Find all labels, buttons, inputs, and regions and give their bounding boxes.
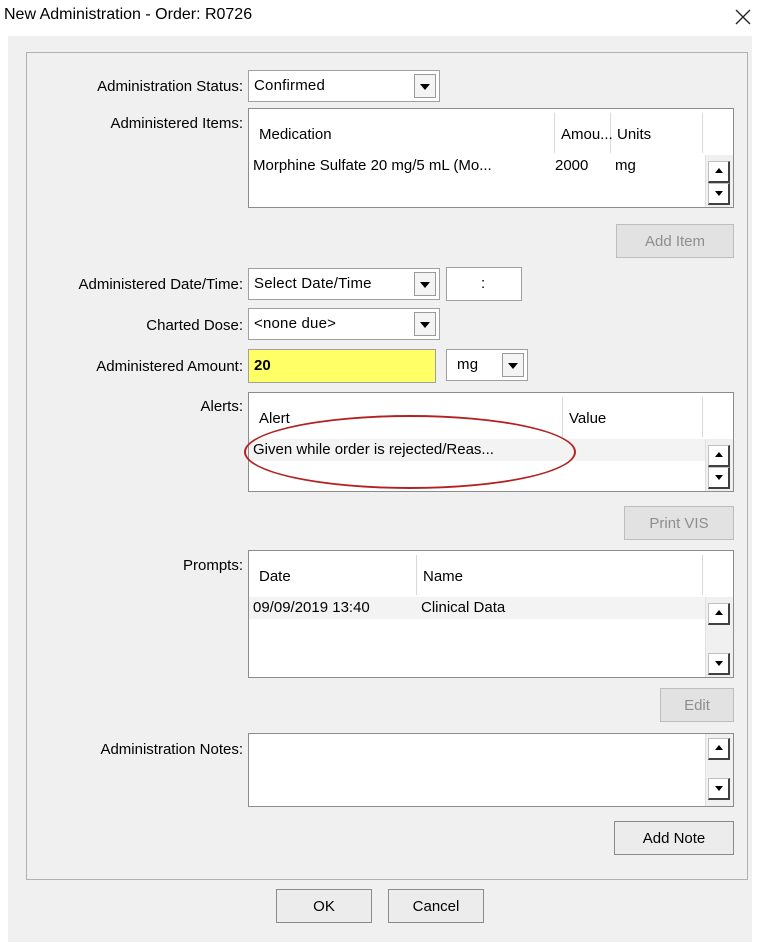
- items-grid-header: Medication Amou... Units: [249, 109, 733, 153]
- scroll-up-icon[interactable]: [708, 445, 730, 467]
- amount-unit-dropdown[interactable]: mg: [446, 349, 528, 381]
- window-title: New Administration - Order: R0726: [4, 6, 253, 23]
- column-header-name[interactable]: Name: [417, 555, 703, 595]
- amount-cell: 2000: [555, 157, 589, 174]
- chevron-down-icon[interactable]: [414, 74, 436, 98]
- status-value: Confirmed: [254, 77, 325, 94]
- table-row[interactable]: Morphine Sulfate 20 mg/5 mL (Mo... 2000 …: [249, 155, 705, 177]
- datetime-label: Administered Date/Time:: [78, 276, 243, 293]
- print-vis-button[interactable]: Print VIS: [624, 506, 734, 540]
- edit-button[interactable]: Edit: [660, 688, 734, 722]
- units-cell: mg: [615, 157, 636, 174]
- items-grid[interactable]: Medication Amou... Units Morphine Sulfat…: [248, 108, 734, 208]
- ok-button[interactable]: OK: [276, 889, 372, 923]
- notes-scrollbar[interactable]: [705, 734, 733, 806]
- prompts-label: Prompts:: [182, 557, 243, 574]
- notes-label: Administration Notes:: [100, 741, 243, 758]
- alerts-scrollbar[interactable]: [705, 439, 733, 491]
- status-label: Administration Status:: [97, 78, 243, 95]
- column-header-units[interactable]: Units: [611, 113, 703, 153]
- datetime-dropdown[interactable]: Select Date/Time: [248, 268, 440, 300]
- title-bar: New Administration - Order: R0726: [0, 0, 764, 36]
- charted-dose-label: Charted Dose:: [146, 317, 243, 334]
- alerts-label: Alerts:: [200, 398, 243, 415]
- column-header-value[interactable]: Value: [563, 397, 703, 437]
- scroll-down-icon[interactable]: [708, 653, 730, 675]
- items-label: Administered Items:: [110, 115, 243, 132]
- amount-label: Administered Amount:: [96, 358, 243, 375]
- amount-input[interactable]: 20: [248, 349, 436, 383]
- prompts-scrollbar[interactable]: [705, 597, 733, 677]
- prompts-grid-header: Date Name: [249, 551, 733, 595]
- column-header-medication[interactable]: Medication: [253, 113, 555, 153]
- close-icon[interactable]: [732, 4, 754, 28]
- time-input[interactable]: :: [446, 267, 522, 301]
- datetime-value: Select Date/Time: [254, 275, 372, 292]
- scroll-up-icon[interactable]: [708, 738, 730, 760]
- chevron-down-icon[interactable]: [414, 272, 436, 296]
- scroll-up-icon[interactable]: [708, 161, 730, 183]
- items-scrollbar[interactable]: [705, 155, 733, 207]
- medication-cell: Morphine Sulfate 20 mg/5 mL (Mo...: [253, 157, 492, 174]
- chevron-down-icon[interactable]: [414, 312, 436, 336]
- prompts-grid[interactable]: Date Name 09/09/2019 13:40 Clinical Data: [248, 550, 734, 678]
- add-item-button[interactable]: Add Item: [616, 224, 734, 258]
- scroll-down-icon[interactable]: [708, 778, 730, 800]
- time-value: :: [481, 275, 486, 292]
- cancel-button[interactable]: Cancel: [388, 889, 484, 923]
- alert-value-cell: [563, 439, 703, 461]
- charted-dose-dropdown[interactable]: <none due>: [248, 308, 440, 340]
- column-header-amount[interactable]: Amou...: [555, 113, 613, 153]
- amount-value: 20: [254, 357, 271, 374]
- prompt-date-cell: 09/09/2019 13:40: [253, 599, 370, 616]
- column-header-date[interactable]: Date: [253, 555, 417, 595]
- scroll-down-icon[interactable]: [708, 183, 730, 205]
- status-dropdown[interactable]: Confirmed: [248, 70, 440, 102]
- chevron-down-icon[interactable]: [502, 353, 524, 377]
- notes-textarea[interactable]: [248, 733, 734, 807]
- alert-annotation-ellipse: [244, 415, 576, 489]
- charted-dose-value: <none due>: [254, 315, 337, 332]
- scroll-up-icon[interactable]: [708, 603, 730, 625]
- table-row[interactable]: 09/09/2019 13:40 Clinical Data: [249, 597, 705, 619]
- amount-unit-value: mg: [457, 356, 479, 373]
- add-note-button[interactable]: Add Note: [614, 821, 734, 855]
- prompt-name-cell: Clinical Data: [421, 599, 506, 616]
- scroll-down-icon[interactable]: [708, 467, 730, 489]
